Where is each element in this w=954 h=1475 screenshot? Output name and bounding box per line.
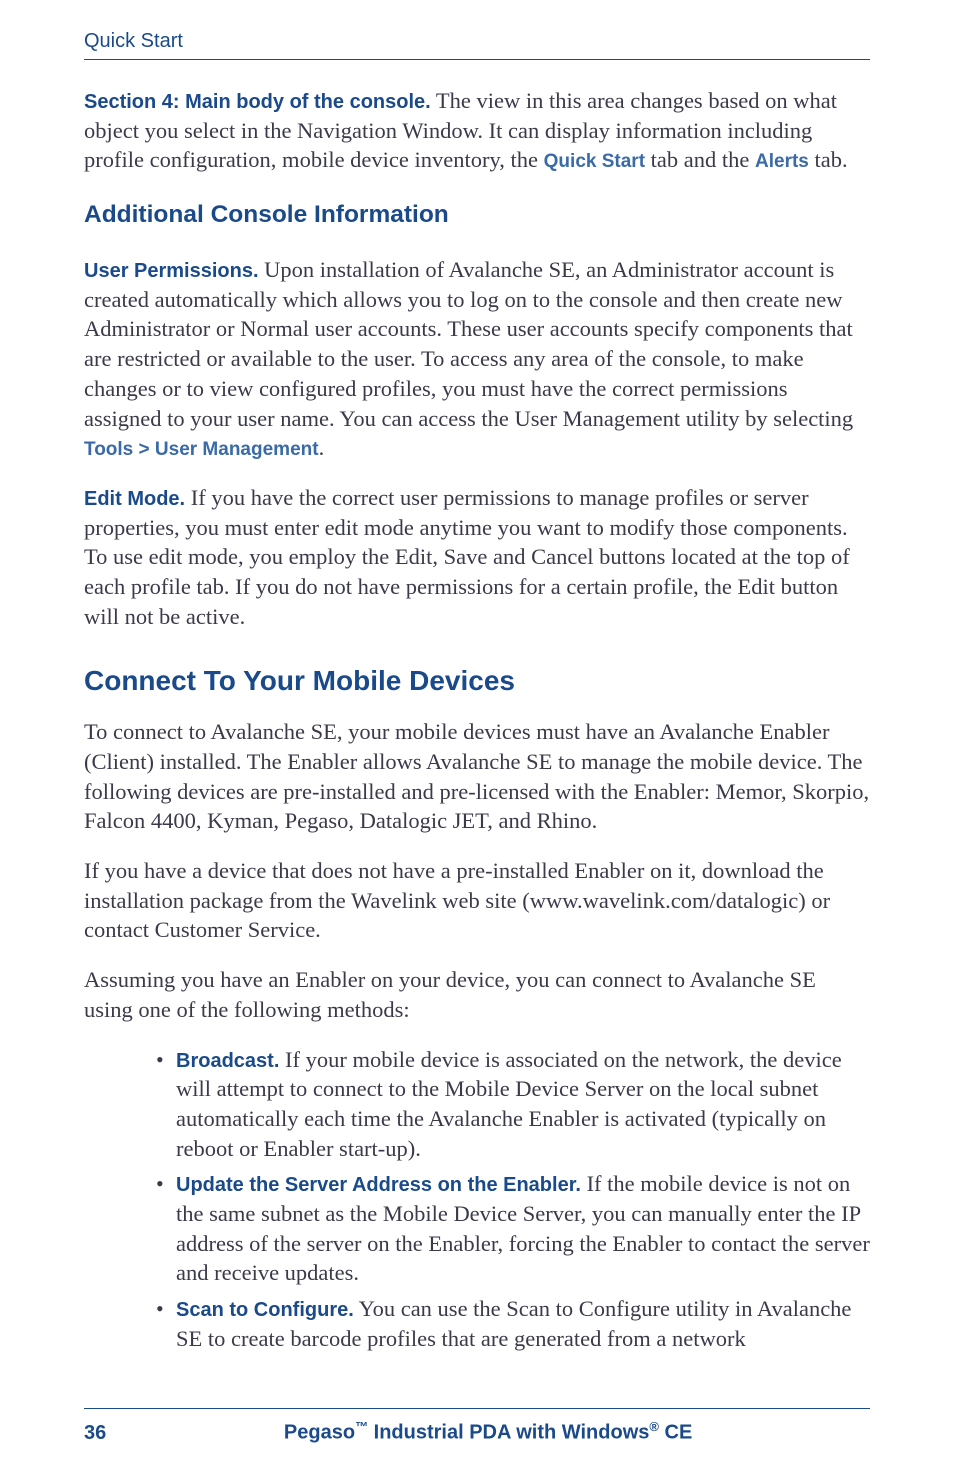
user-permissions-body-a: Upon installation of Avalanche SE, an Ad… [84,257,853,430]
running-header: Quick Start [84,30,870,60]
connect-paragraph: To connect to Avalanche SE, your mobile … [84,717,870,836]
page: Quick Start Section 4: Main body of the … [0,0,954,1475]
book-title-b: Industrial PDA with Windows [368,1422,649,1444]
ui-quick-start-tab: Quick Start [544,151,645,172]
edit-mode-lead: Edit Mode. [84,488,185,510]
methods-list: Broadcast. If your mobile device is asso… [84,1045,870,1354]
bullet-broadcast-lead: Broadcast. [176,1050,279,1072]
enabler-download-paragraph: If you have a device that does not have … [84,856,870,945]
heading-additional-console-information: Additional Console Information [84,201,870,229]
section4-paragraph: Section 4: Main body of the console. The… [84,86,870,175]
registered-symbol: ® [649,1419,659,1434]
ui-tools-user-management: Tools > User Management [84,439,319,460]
list-item: Update the Server Address on the Enabler… [156,1169,870,1288]
bullet-update-server-lead: Update the Server Address on the Enabler… [176,1174,581,1196]
bullet-scan-configure-lead: Scan to Configure. [176,1299,354,1321]
section4-body-c: tab. [809,147,848,172]
edit-mode-paragraph: Edit Mode. If you have the correct user … [84,483,870,631]
trademark-symbol: ™ [355,1419,368,1434]
edit-mode-body: If you have the correct user permissions… [84,485,850,629]
ui-alerts-tab: Alerts [755,151,809,172]
book-title: Pegaso™ Industrial PDA with Windows® CE [284,1419,692,1445]
book-title-a: Pegaso [284,1422,355,1444]
page-footer: 36 Pegaso™ Industrial PDA with Windows® … [84,1408,870,1445]
section4-body-b: tab and the [645,147,755,172]
heading-connect-to-your-mobile-devices: Connect To Your Mobile Devices [84,665,870,697]
user-permissions-paragraph: User Permissions. Upon installation of A… [84,255,870,463]
assume-enabler-paragraph: Assuming you have an Enabler on your dev… [84,965,870,1024]
page-number: 36 [84,1422,106,1445]
user-permissions-lead: User Permissions. [84,260,259,282]
book-title-c: CE [659,1422,692,1444]
list-item: Broadcast. If your mobile device is asso… [156,1045,870,1164]
user-permissions-body-b: . [319,435,325,460]
section4-lead: Section 4: Main body of the console. [84,91,431,113]
list-item: Scan to Configure. You can use the Scan … [156,1294,870,1353]
